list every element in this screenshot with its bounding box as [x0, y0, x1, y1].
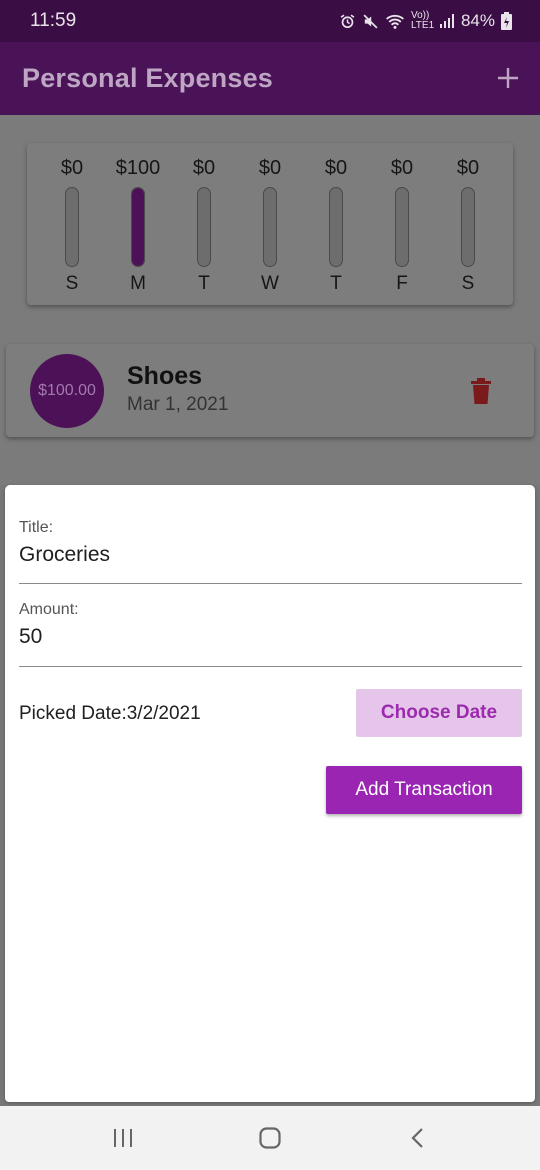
chart-bars: $0 S $100 M $0 T $0 W $0 T $0 F $0 S	[27, 143, 513, 305]
status-icons: Vo)) LTE1 84%	[339, 11, 512, 31]
chart-bar-fill	[132, 188, 144, 266]
title-field[interactable]: Title: Groceries	[19, 519, 522, 584]
chart-bar-amount: $0	[324, 157, 348, 179]
home-icon	[259, 1127, 281, 1149]
battery-icon	[501, 12, 512, 30]
transaction-title: Shoes	[127, 362, 203, 390]
app-title: Personal Expenses	[22, 63, 274, 93]
chart-bar-track	[65, 187, 79, 267]
status-bar: 11:59 Vo)) LTE1 84%	[0, 0, 540, 42]
chart-bar-day-label: W	[261, 273, 279, 294]
alarm-icon	[340, 13, 355, 28]
amount-field[interactable]: Amount: 50	[19, 601, 522, 667]
trash-icon[interactable]	[470, 378, 492, 404]
battery-percent: 84%	[460, 11, 495, 30]
chart-bar-column: $100 M	[108, 155, 168, 295]
choose-date-button[interactable]: Choose Date	[356, 689, 522, 737]
chart-bar-track	[197, 187, 211, 267]
wifi-icon	[386, 14, 404, 29]
network-label: Vo)) LTE1	[410, 10, 435, 31]
chart-bar-column: $0 F	[372, 155, 432, 295]
transaction-date: Mar 1, 2021	[127, 394, 229, 415]
picked-date-text: Picked Date:3/2/2021	[19, 703, 201, 724]
add-transaction-button[interactable]: Add Transaction	[326, 766, 522, 814]
chart-bar-column: $0 T	[306, 155, 366, 295]
chart-bar-column: $0 T	[174, 155, 234, 295]
status-time: 11:59	[30, 10, 77, 31]
mute-icon	[363, 14, 378, 28]
chart-bar-amount: $0	[456, 157, 480, 179]
chart-bar-track	[461, 187, 475, 267]
signal-icon	[439, 14, 454, 28]
title-field-label: Title:	[19, 519, 54, 536]
chart-bar-column: $0 S	[438, 155, 498, 295]
chart-bar-column: $0 W	[240, 155, 300, 295]
chart-bar-track	[131, 187, 145, 267]
chart-bar-amount: $0	[192, 157, 216, 179]
transaction-amount-avatar: $100.00	[30, 354, 104, 428]
title-field-value[interactable]: Groceries	[19, 543, 522, 567]
system-nav-bar	[0, 1106, 540, 1170]
chart-bar-day-label: F	[396, 273, 408, 294]
chart-bar-column: $0 S	[42, 155, 102, 295]
amount-field-label: Amount:	[19, 601, 79, 618]
chart-bar-amount: $0	[258, 157, 282, 179]
chart-bar-day-label: T	[198, 273, 210, 294]
recent-apps-icon	[114, 1129, 133, 1147]
chart-bar-amount: $0	[390, 157, 414, 179]
chart-bar-track	[329, 187, 343, 267]
back-button[interactable]	[387, 1118, 447, 1158]
chart-bar-day-label: M	[130, 273, 146, 294]
chart-bar-amount: $100	[115, 157, 161, 179]
amount-field-value[interactable]: 50	[19, 625, 522, 649]
chart-bar-day-label: T	[330, 273, 342, 294]
app-bar: Personal Expenses	[0, 42, 540, 115]
home-button[interactable]	[240, 1118, 300, 1158]
chart-bar-day-label: S	[461, 273, 475, 294]
chart-bar-amount: $0	[60, 157, 84, 179]
new-transaction-sheet: Title: Groceries Amount: 50 Picked Date:…	[5, 485, 535, 1102]
recent-apps-button[interactable]	[93, 1118, 153, 1158]
weekly-chart: $0 S $100 M $0 T $0 W $0 T $0 F $0 S	[27, 143, 513, 305]
transaction-card: $100.00 Shoes Mar 1, 2021	[6, 344, 534, 437]
plus-icon[interactable]	[496, 62, 520, 96]
chart-bar-day-label: S	[65, 273, 79, 294]
back-icon	[411, 1128, 423, 1148]
chart-bar-track	[263, 187, 277, 267]
chart-bar-track	[395, 187, 409, 267]
